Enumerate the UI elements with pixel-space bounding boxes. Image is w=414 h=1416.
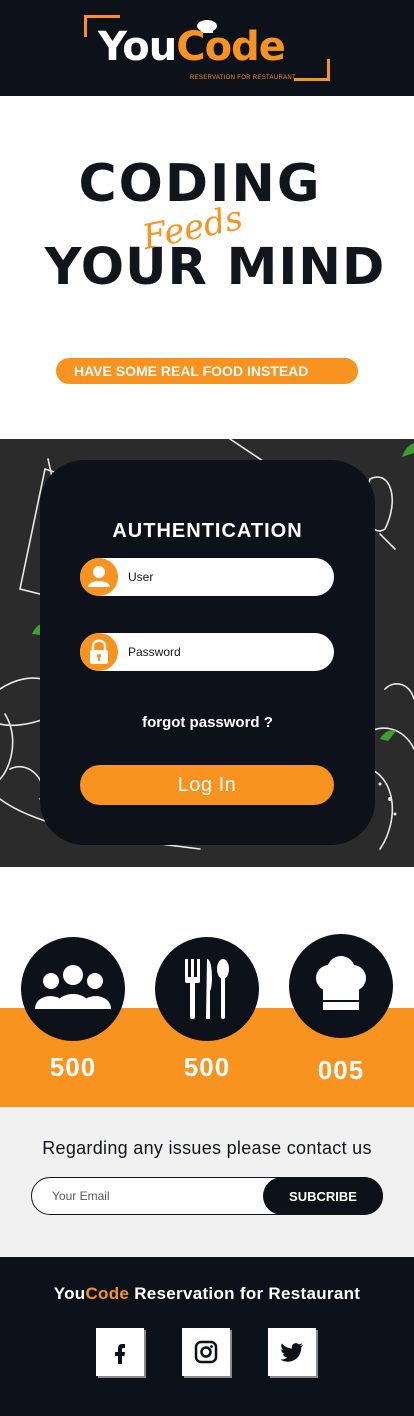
auth-title: AUTHENTICATION [112, 520, 303, 542]
chef-hat-icon [316, 956, 366, 1010]
password-field[interactable] [80, 633, 334, 671]
twitter-icon [280, 1343, 303, 1362]
footer: YouCode Reservation for Restaurant [0, 1257, 414, 1416]
user-icon [88, 566, 110, 587]
footer-brand-you: You [53, 1284, 86, 1303]
stat-chefs [289, 934, 393, 1038]
hero-title-line2: YOUR MIND [44, 238, 386, 297]
logo-tagline: RESERVATION FOR RESTAURANT [189, 75, 296, 81]
instagram-icon [194, 1340, 218, 1364]
facebook-button[interactable] [96, 1328, 144, 1376]
lock-icon-badge [80, 633, 118, 671]
hero-section: CODING YOUR MIND Feeds HAVE SOME REAL FO… [0, 96, 414, 439]
authentication-section: AUTHENTICATION forgot passwor [0, 439, 414, 867]
users-icon [35, 965, 111, 1009]
stat-customers [21, 937, 125, 1041]
stat-value: 500 [183, 1052, 231, 1082]
footer-brand-rest: Reservation for Restaurant [129, 1284, 361, 1303]
twitter-button[interactable] [268, 1328, 316, 1376]
lock-icon [90, 639, 108, 664]
user-field[interactable] [80, 558, 334, 596]
hero-tagline-pill: HAVE SOME REAL FOOD INSTEAD [56, 358, 358, 384]
user-input[interactable] [128, 567, 318, 587]
subscribe-button[interactable]: SUBCRIBE [263, 1177, 383, 1215]
forgot-password-link[interactable]: forgot password ? [40, 714, 375, 731]
logo-frame-corner [294, 59, 330, 81]
login-card: AUTHENTICATION forgot passwor [40, 460, 375, 845]
instagram-button[interactable] [182, 1328, 230, 1376]
facebook-icon [115, 1344, 125, 1364]
stat-value: 500 [49, 1052, 97, 1082]
logo-wordmark: YouCode [98, 24, 286, 70]
top-header: YouCode RESERVATION FOR RESTAURANT [0, 0, 414, 96]
cutlery-icon [185, 959, 229, 1019]
stat-value: 005 [317, 1055, 365, 1085]
email-field[interactable] [52, 1187, 252, 1205]
footer-brand-code: Code [85, 1284, 130, 1303]
password-input[interactable] [128, 642, 318, 662]
newsletter-section: Regarding any issues please contact us S… [0, 1107, 414, 1257]
youcode-logo[interactable]: YouCode RESERVATION FOR RESTAURANT [84, 15, 330, 81]
user-icon-badge [80, 558, 118, 596]
login-button[interactable]: Log In [80, 765, 334, 805]
stat-meals [155, 937, 259, 1041]
stats-section: 500 500 005 [0, 867, 414, 1107]
footer-brand: YouCode Reservation for Restaurant [0, 1284, 414, 1304]
logo-code: Code [176, 24, 286, 70]
contact-heading: Regarding any issues please contact us [42, 1138, 372, 1158]
subscribe-form: SUBCRIBE [31, 1177, 383, 1215]
logo-you: You [98, 24, 177, 70]
